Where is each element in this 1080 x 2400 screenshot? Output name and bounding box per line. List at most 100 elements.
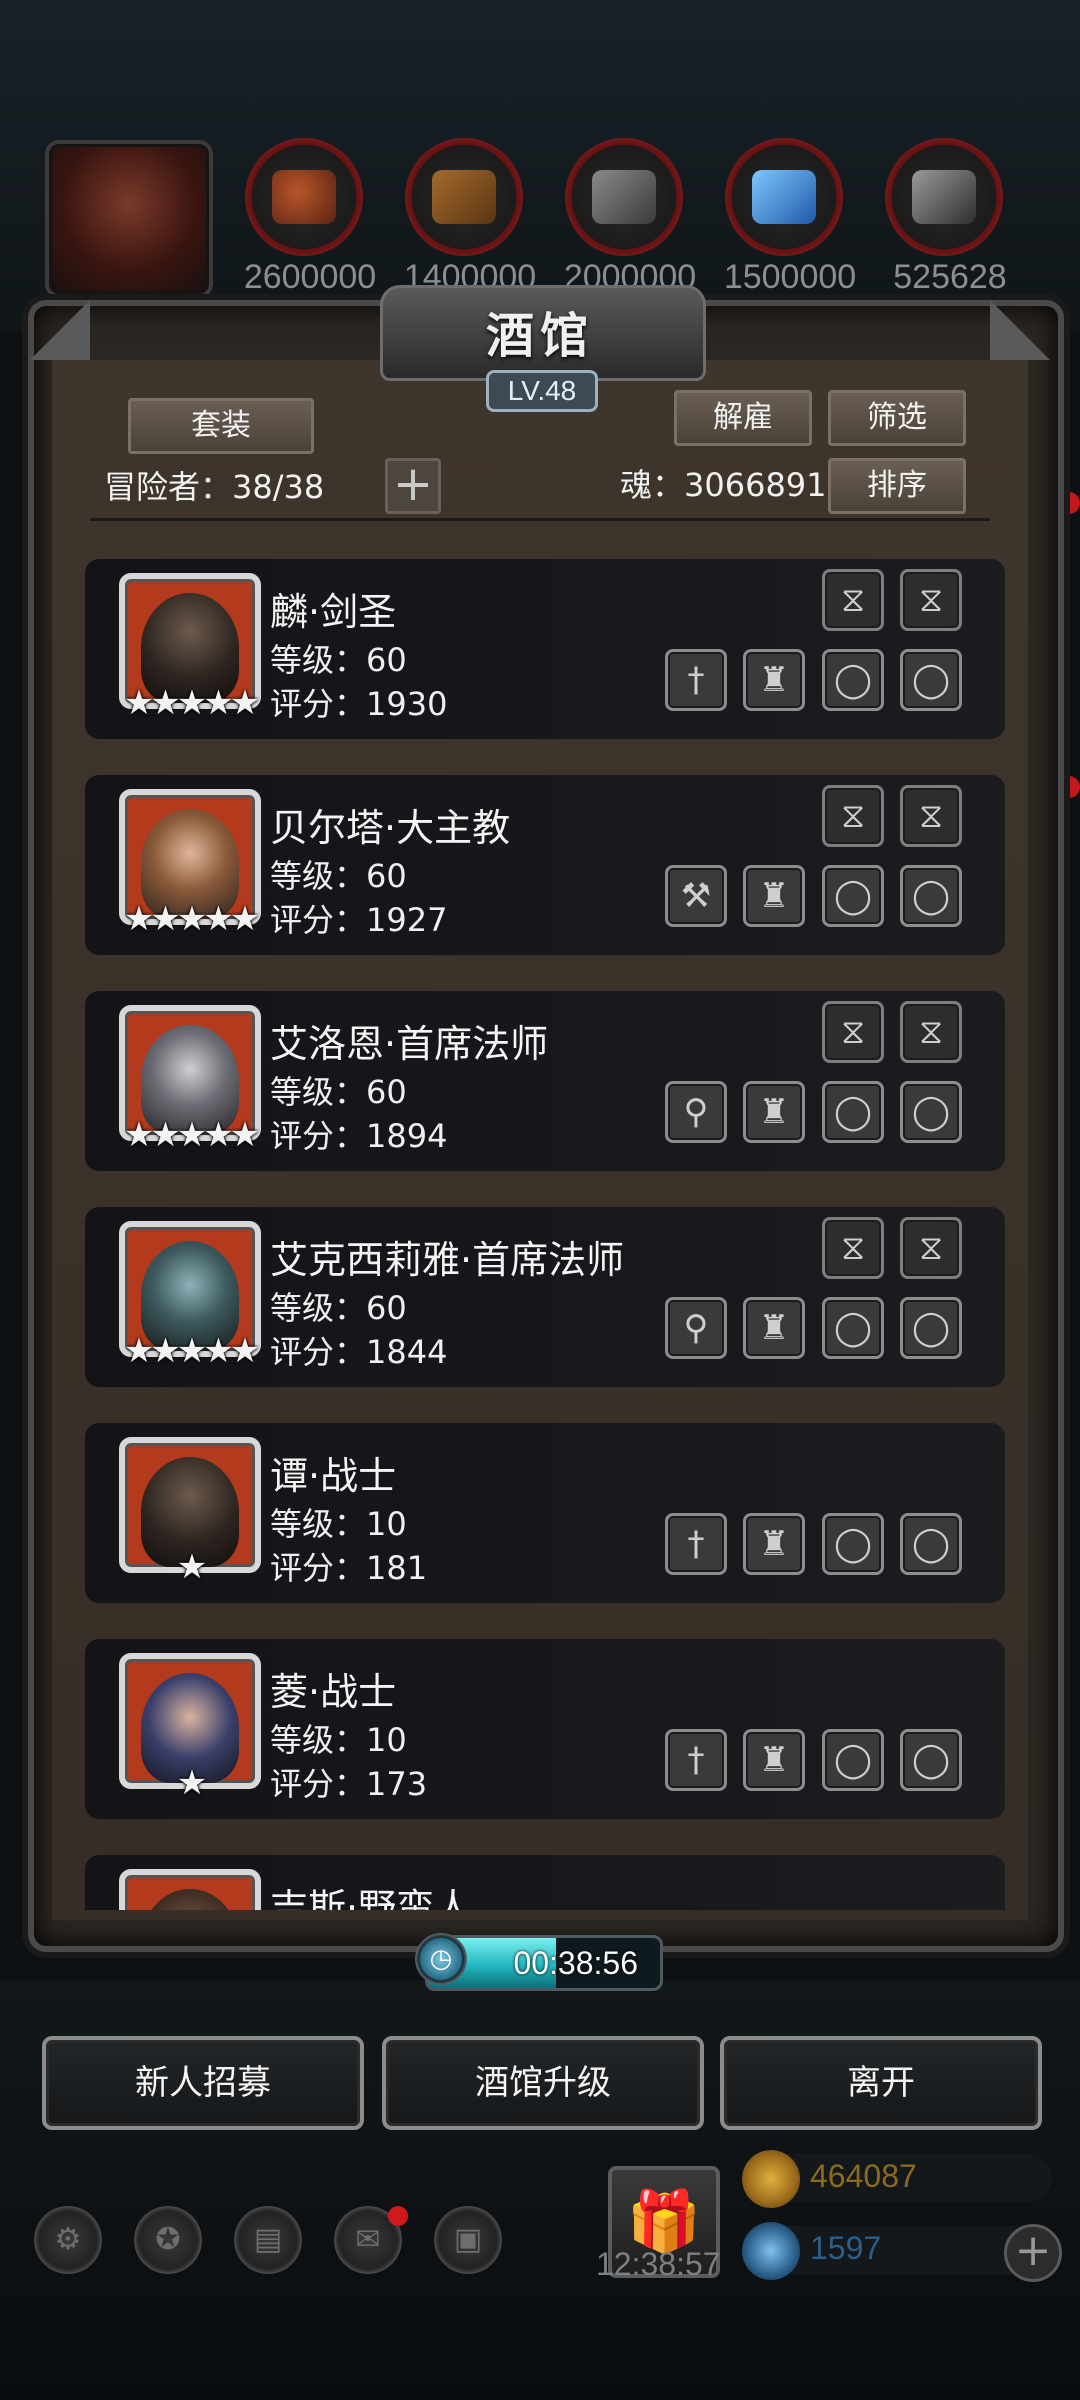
crystal-icon[interactable] <box>725 138 843 256</box>
star-badge-icon[interactable]: ✪ <box>134 2206 202 2274</box>
leave-button[interactable]: 离开 <box>720 2036 1042 2130</box>
hero-stars: ★★★★★ <box>123 1115 260 1155</box>
empty-slot-icon[interactable]: ⧖ <box>822 569 884 631</box>
hero-score: 评分：1894 <box>270 1117 448 1155</box>
recruit-button[interactable]: 新人招募 <box>42 2036 364 2130</box>
armor-icon[interactable]: ♜ <box>743 865 805 927</box>
meat-icon[interactable] <box>245 138 363 256</box>
hero-name: 谭·战士 <box>270 1454 397 1498</box>
meat-value: 2600000 <box>243 258 377 296</box>
hero-card[interactable]: ★ 谭·战士 等级：10 评分：181 † ♜ ◯ ◯ <box>85 1423 1005 1603</box>
add-adventurer-button[interactable]: + <box>385 458 441 514</box>
sword-icon[interactable]: † <box>665 649 727 711</box>
empty-slot-icon[interactable]: ⧖ <box>900 569 962 631</box>
chest-icon[interactable]: ▣ <box>434 2206 502 2274</box>
hero-level: 等级：60 <box>270 857 407 895</box>
hero-name: 菱·战士 <box>270 1670 397 1714</box>
hero-level: 等级：60 <box>270 641 407 679</box>
hero-level: 等级：60 <box>270 1289 407 1327</box>
armor-icon[interactable]: ♜ <box>743 1081 805 1143</box>
empty-slot-icon[interactable]: ⧖ <box>822 1001 884 1063</box>
sword-icon[interactable]: † <box>665 1729 727 1791</box>
sort-button[interactable]: 排序 <box>828 458 966 514</box>
settings-icon[interactable]: ⚙ <box>34 2206 102 2274</box>
gold-amount: 464087 <box>810 2158 917 2194</box>
hero-card[interactable]: ★ 菱·战士 等级：10 评分：173 † ♜ ◯ ◯ <box>85 1639 1005 1819</box>
armor-icon[interactable]: ♜ <box>743 1297 805 1359</box>
crystal-value: 1500000 <box>723 258 857 296</box>
hero-score: 评分：1927 <box>270 901 448 939</box>
filter-button[interactable]: 筛选 <box>828 390 966 446</box>
ring-icon[interactable]: ◯ <box>900 1729 962 1791</box>
dismiss-button[interactable]: 解雇 <box>674 390 812 446</box>
clock-icon: ◷ <box>415 1933 467 1985</box>
hero-stars: ★ <box>176 1763 207 1803</box>
add-currency-button[interactable]: + <box>1004 2224 1062 2282</box>
hero-card[interactable]: ★★★★★ 麟·剑圣 等级：60 评分：1930 ⧖ ⧖ † ♜ ◯ ◯ <box>85 559 1005 739</box>
stone-icon[interactable] <box>565 138 683 256</box>
ring-icon[interactable]: ◯ <box>900 1081 962 1143</box>
hero-card[interactable]: 吉斯·野蛮人 <box>85 1855 1005 1910</box>
hero-portrait[interactable] <box>119 1869 261 1910</box>
upgrade-tavern-button[interactable]: 酒馆升级 <box>382 2036 704 2130</box>
gold-coin-icon <box>742 2150 800 2208</box>
hero-score: 评分：173 <box>270 1765 428 1803</box>
wood-icon[interactable] <box>405 138 523 256</box>
hero-level: 等级：60 <box>270 1073 407 1111</box>
hammer-icon[interactable]: ⚒ <box>665 865 727 927</box>
ring-icon[interactable]: ◯ <box>822 1297 884 1359</box>
armor-icon[interactable]: ♜ <box>743 649 805 711</box>
frame-ornament <box>990 300 1050 360</box>
hero-card[interactable]: ★★★★★ 贝尔塔·大主教 等级：60 评分：1927 ⧖ ⧖ ⚒ ♜ ◯ ◯ <box>85 775 1005 955</box>
hero-name: 艾克西莉雅·首席法师 <box>270 1238 625 1282</box>
hero-stars: ★★★★★ <box>123 899 260 939</box>
hero-card[interactable]: ★★★★★ 艾洛恩·首席法师 等级：60 评分：1894 ⧖ ⧖ ⚲ ♜ ◯ ◯ <box>85 991 1005 1171</box>
panel-title: 酒馆 <box>485 308 594 364</box>
hero-score: 评分：1930 <box>270 685 448 723</box>
empty-slot-icon[interactable]: ⧖ <box>822 1217 884 1279</box>
staff-icon[interactable]: ⚲ <box>665 1297 727 1359</box>
ring-icon[interactable]: ◯ <box>900 649 962 711</box>
ring-icon[interactable]: ◯ <box>900 1297 962 1359</box>
hero-score: 评分：1844 <box>270 1333 448 1371</box>
hero-level: 等级：10 <box>270 1721 407 1759</box>
set-button[interactable]: 套装 <box>128 398 314 454</box>
ring-icon[interactable]: ◯ <box>822 649 884 711</box>
empty-slot-icon[interactable]: ⧖ <box>822 785 884 847</box>
divider <box>90 518 990 521</box>
ring-icon[interactable]: ◯ <box>822 865 884 927</box>
hero-score: 评分：181 <box>270 1549 428 1587</box>
frame-ornament <box>30 300 90 360</box>
hero-name: 艾洛恩·首席法师 <box>270 1022 549 1066</box>
staff-icon[interactable]: ⚲ <box>665 1081 727 1143</box>
gem-icon <box>742 2222 800 2280</box>
hero-name: 麟·剑圣 <box>270 590 397 634</box>
ring-icon[interactable]: ◯ <box>822 1729 884 1791</box>
iron-icon[interactable] <box>885 138 1003 256</box>
gem-amount: 1597 <box>810 2230 882 2266</box>
hero-stars: ★ <box>176 1547 207 1587</box>
hero-list[interactable]: ★★★★★ 麟·剑圣 等级：60 评分：1930 ⧖ ⧖ † ♜ ◯ ◯ ★★★… <box>85 545 1005 1910</box>
game-clock: 12:38:57 <box>596 2246 721 2282</box>
sword-icon[interactable]: † <box>665 1513 727 1575</box>
empty-slot-icon[interactable]: ⧖ <box>900 1217 962 1279</box>
hero-stars: ★★★★★ <box>123 683 260 723</box>
tavern-level-badge: LV.48 <box>486 370 598 412</box>
iron-value: 525628 <box>893 258 1007 296</box>
ring-icon[interactable]: ◯ <box>822 1513 884 1575</box>
hero-level: 等级：10 <box>270 1505 407 1543</box>
empty-slot-icon[interactable]: ⧖ <box>900 1001 962 1063</box>
ring-icon[interactable]: ◯ <box>822 1081 884 1143</box>
mail-notification-dot <box>388 2206 408 2226</box>
scroll-icon[interactable]: ▤ <box>234 2206 302 2274</box>
adventurers-count: 冒险者：38/38 <box>104 468 325 506</box>
armor-icon[interactable]: ♜ <box>743 1729 805 1791</box>
ring-icon[interactable]: ◯ <box>900 1513 962 1575</box>
hero-card[interactable]: ★★★★★ 艾克西莉雅·首席法师 等级：60 评分：1844 ⧖ ⧖ ⚲ ♜ ◯… <box>85 1207 1005 1387</box>
player-avatar[interactable] <box>45 140 213 298</box>
empty-slot-icon[interactable]: ⧖ <box>900 785 962 847</box>
armor-icon[interactable]: ♜ <box>743 1513 805 1575</box>
hero-name: 贝尔塔·大主教 <box>270 806 511 850</box>
hero-name: 吉斯·野蛮人 <box>270 1886 473 1910</box>
ring-icon[interactable]: ◯ <box>900 865 962 927</box>
